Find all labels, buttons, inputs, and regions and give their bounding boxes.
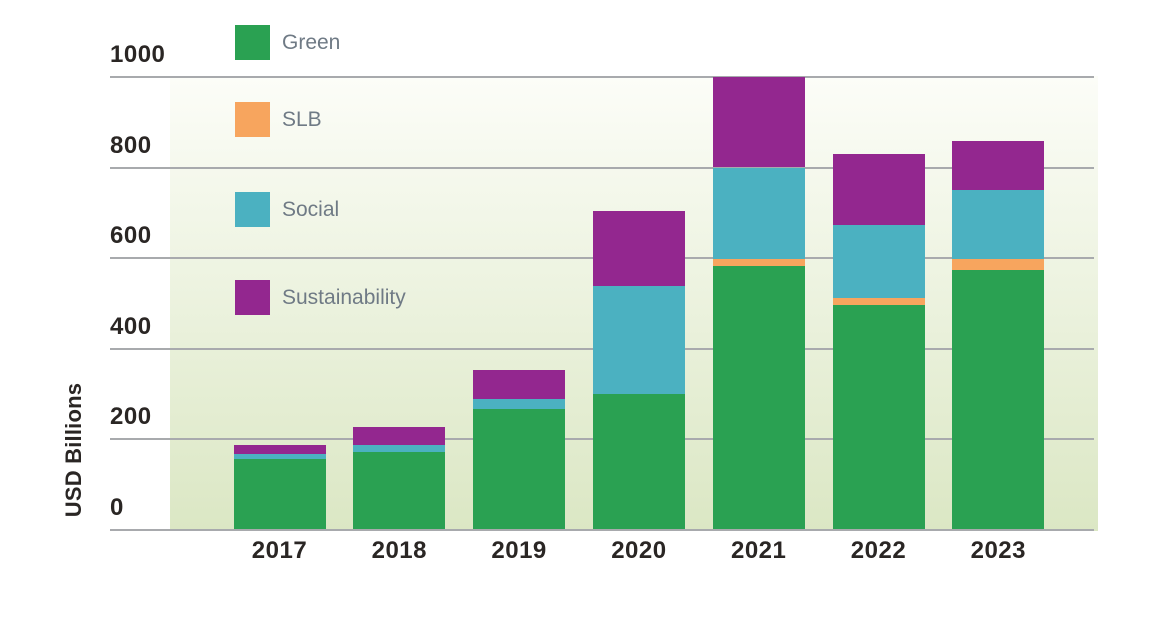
bar-2019-green-segment [473,409,565,529]
bar-2022-slb-segment [833,298,925,305]
bar-2018-green-segment [353,452,445,529]
bar-2021-social-segment [713,168,805,260]
bar-2020-green-segment [593,394,685,529]
bar-2023-slb-segment [952,259,1044,270]
bar-2020-sustainability-segment [593,211,685,286]
plot-area: 0200400600800100020172018201920202021202… [0,0,1152,630]
bar-2021-slb-segment [713,259,805,266]
bar-2022-green-segment [833,305,925,529]
y-tick-label-200: 200 [110,404,152,430]
gridline-1000 [110,76,1094,78]
x-tick-label-2017: 2017 [220,538,340,564]
bar-2017-green-segment [234,459,326,529]
x-tick-label-2020: 2020 [579,538,699,564]
bar-2018-social-segment [353,445,445,452]
x-tick-label-2018: 2018 [339,538,459,564]
y-tick-label-1000: 1000 [110,42,165,68]
bar-2017-social-segment [234,454,326,459]
x-tick-label-2022: 2022 [819,538,939,564]
bar-2021-sustainability-segment [713,77,805,168]
bar-2023-social-segment [952,190,1044,258]
bar-2018-sustainability-segment [353,427,445,446]
chart-canvas: USD Billions 020040060080010002017201820… [0,0,1152,630]
bar-2019-social-segment [473,399,565,409]
y-tick-label-0: 0 [110,495,124,521]
y-tick-label-800: 800 [110,133,152,159]
bar-2020-social-segment [593,286,685,393]
x-tick-label-2021: 2021 [699,538,819,564]
bar-2017-sustainability-segment [234,445,326,454]
bar-2022-sustainability-segment [833,154,925,226]
bar-2023-sustainability-segment [952,141,1044,190]
bar-2022-social-segment [833,225,925,297]
bar-2023-green-segment [952,270,1044,529]
y-tick-label-600: 600 [110,223,152,249]
x-axis-line [110,529,1094,531]
bar-2021-green-segment [713,266,805,529]
bar-2019-sustainability-segment [473,370,565,399]
x-tick-label-2019: 2019 [459,538,579,564]
x-tick-label-2023: 2023 [938,538,1058,564]
gridline-800 [110,167,1094,169]
y-tick-label-400: 400 [110,314,152,340]
